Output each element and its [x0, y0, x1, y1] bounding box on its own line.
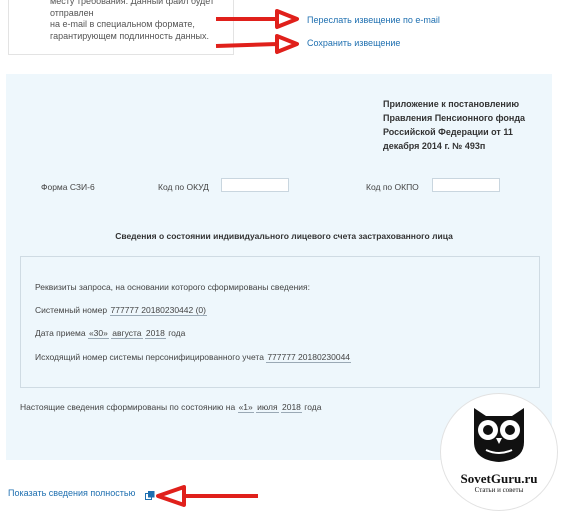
- state-date-row: Настоящие сведения сформированы по состо…: [20, 402, 322, 413]
- okpo-field: [432, 178, 500, 192]
- receipt-year: 2018: [144, 328, 166, 339]
- system-number-label: Системный номер: [35, 305, 108, 315]
- save-notice-link[interactable]: Сохранить извещение: [307, 38, 400, 48]
- okud-label: Код по ОКУД: [158, 182, 209, 192]
- request-details-box: [20, 256, 540, 388]
- okpo-label: Код по ОКПО: [366, 182, 419, 192]
- watermark-tagline: Статьи и советы: [474, 486, 524, 494]
- appendix-note: Приложение к постановлению Правления Пен…: [383, 97, 543, 153]
- resend-email-link[interactable]: Переслать извещение по e-mail: [307, 15, 440, 25]
- appendix-line: Приложение к постановлению: [383, 99, 520, 109]
- notice-text: месту требования. Данный файл будет отпр…: [50, 0, 230, 42]
- watermark-site: SovetGuru.ru: [460, 471, 538, 486]
- form-label: Форма СЗИ-6: [41, 182, 95, 192]
- red-arrow-icon: [215, 34, 299, 54]
- state-suffix: года: [304, 402, 322, 412]
- outgoing-number-row: Исходящий номер системы персонифицирован…: [35, 352, 352, 363]
- appendix-line: Правления Пенсионного фонда: [383, 113, 526, 123]
- state-label: Настоящие сведения сформированы по состо…: [20, 402, 236, 412]
- appendix-line: декабря 2014 г. № 493п: [383, 141, 486, 151]
- receipt-month: августа: [111, 328, 143, 339]
- receipt-label: Дата приема: [35, 328, 86, 338]
- system-number-value: 777777 20180230442 (0): [109, 305, 207, 316]
- red-arrow-icon: [216, 9, 299, 29]
- okud-field: [221, 178, 289, 192]
- notice-line: гарантирующем подлинность данных.: [50, 30, 210, 41]
- notice-line: на e-mail в специальном формате,: [50, 19, 195, 29]
- notice-line: месту требования. Данный файл будет отпр…: [50, 0, 215, 18]
- red-arrow-icon: [156, 485, 258, 507]
- show-full-link[interactable]: Показать сведения полностью: [8, 488, 135, 498]
- appendix-line: Российской Федерации от 11: [383, 127, 513, 137]
- request-header: Реквизиты запроса, на основании которого…: [35, 282, 310, 292]
- receipt-suffix: года: [168, 328, 186, 338]
- owl-icon: [474, 408, 524, 462]
- state-year: 2018: [281, 402, 302, 413]
- document-title: Сведения о состоянии индивидуального лиц…: [115, 231, 453, 241]
- outgoing-value: 777777 20180230044: [266, 352, 352, 363]
- state-day: «1»: [237, 402, 254, 413]
- system-number-row: Системный номер 777777 20180230442 (0): [35, 305, 207, 316]
- receipt-day: «30»: [87, 328, 109, 339]
- state-month: июля: [256, 402, 279, 413]
- receipt-date-row: Дата приема «30» августа 2018 года: [35, 328, 186, 339]
- outgoing-label: Исходящий номер системы персонифицирован…: [35, 352, 264, 362]
